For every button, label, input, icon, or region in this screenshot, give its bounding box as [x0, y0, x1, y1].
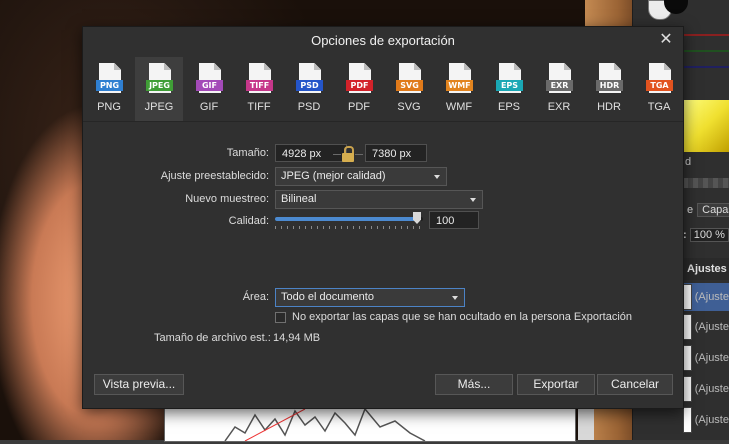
dialog-title: Opciones de exportación [311, 33, 455, 48]
format-label: WMF [445, 101, 473, 113]
adjustments-header[interactable]: Ajustes [683, 258, 729, 280]
format-label: TIFF [247, 101, 271, 113]
export-button[interactable]: Exportar [517, 374, 595, 395]
layer-thumbnail [683, 376, 692, 402]
format-tab-tga[interactable]: TGA TGA [635, 57, 683, 121]
color-picker-box[interactable] [683, 100, 729, 152]
format-tab-eps[interactable]: EPS EPS [485, 57, 533, 121]
color-sliders[interactable] [683, 34, 729, 94]
lock-connector-right [355, 154, 363, 155]
format-label: EXR [547, 101, 571, 113]
layer-thumbnail [683, 314, 692, 340]
format-badge: GIF [196, 80, 223, 91]
format-label: SVG [397, 101, 421, 113]
histogram-graph [224, 407, 426, 442]
area-value: Todo el documento [281, 291, 374, 303]
preset-select[interactable]: JPEG (mejor calidad) [275, 167, 447, 186]
format-label: PNG [97, 101, 121, 113]
more-button[interactable]: Más... [435, 374, 513, 395]
export-options-dialog: Opciones de exportación ✕ PNG PNG JPEG JPEG… [82, 26, 684, 409]
histogram-side [578, 404, 594, 440]
hidden-layers-checkbox[interactable] [275, 312, 286, 323]
format-badge: WMF [446, 80, 473, 91]
chevron-down-icon [470, 198, 476, 202]
chevron-down-icon [434, 175, 440, 179]
panel-label-fragment: d [685, 156, 692, 168]
layer-item[interactable]: (Ajuste [683, 313, 729, 341]
file-size-value: 14,94 MB [273, 332, 321, 344]
area-select[interactable]: Todo el documento [275, 288, 465, 307]
width-field[interactable]: 4928 px [275, 144, 347, 162]
file-size-label: Tamaño de archivo est.: [154, 332, 271, 344]
format-tab-wmf[interactable]: WMF WMF [435, 57, 483, 121]
layer-item[interactable]: (Ajuste [683, 344, 729, 372]
format-label: PSD [297, 101, 321, 113]
format-label: TGA [647, 101, 671, 113]
quality-slider-ticks [275, 226, 423, 229]
layer-thumbnail [683, 345, 692, 371]
format-tab-svg[interactable]: SVG SVG [385, 57, 433, 121]
tab-partial[interactable]: e [683, 204, 697, 216]
format-tabs: PNG PNG JPEG JPEG GIF GIF TIFF TIFF PSD PSD PDF PDF… [83, 57, 683, 122]
layer-item[interactable]: (Ajuste [683, 406, 729, 434]
format-badge: TIFF [246, 80, 273, 91]
format-tab-exr[interactable]: EXR EXR [535, 57, 583, 121]
format-tab-psd[interactable]: PSD PSD [285, 57, 333, 121]
format-badge: HDR [596, 80, 623, 91]
format-tab-jpeg[interactable]: JPEG JPEG [135, 57, 183, 121]
hidden-layers-label[interactable]: No exportar las capas que se han ocultad… [292, 311, 632, 323]
layer-item[interactable]: (Ajuste [683, 283, 729, 311]
quality-slider-thumb[interactable] [413, 212, 421, 224]
preset-value: JPEG (mejor calidad) [281, 170, 386, 182]
height-field[interactable]: 7380 px [365, 144, 427, 162]
format-badge: PNG [96, 80, 123, 91]
layer-item[interactable]: (Ajuste [683, 375, 729, 403]
format-label: GIF [199, 101, 219, 113]
close-icon[interactable]: ✕ [657, 31, 675, 49]
chevron-down-icon [452, 296, 458, 300]
histogram-panel [164, 404, 576, 442]
page-fold-icon [114, 63, 121, 70]
resample-label: Nuevo muestreo: [185, 193, 269, 205]
quality-slider[interactable] [275, 212, 423, 224]
format-label: JPEG [144, 101, 174, 113]
format-label: PDF [348, 101, 370, 113]
format-tab-pdf[interactable]: PDF PDF [335, 57, 383, 121]
zoom-field[interactable]: 100 % [689, 228, 729, 242]
tab-layers[interactable]: Capas [697, 203, 729, 217]
format-label: HDR [597, 101, 621, 113]
lock-connector-left [333, 154, 341, 155]
lock-icon[interactable] [341, 145, 355, 163]
zoom-row: : 100 % [683, 228, 729, 242]
format-tab-hdr[interactable]: HDR HDR [585, 57, 633, 121]
layer-thumbnail [683, 284, 692, 310]
cancel-button[interactable]: Cancelar [597, 374, 673, 395]
panel-tabs: eCapas [683, 203, 729, 217]
resample-select[interactable]: Bilineal [275, 190, 483, 209]
format-label: EPS [497, 101, 520, 113]
format-badge: SVG [396, 80, 423, 91]
format-badge: PDF [346, 80, 373, 91]
layer-thumbnail [683, 407, 692, 433]
page-fold-icon [214, 63, 221, 70]
quality-label: Calidad: [228, 215, 269, 227]
format-badge: TGA [646, 80, 673, 91]
opacity-strip [683, 178, 729, 188]
page-fold-icon [164, 63, 171, 70]
format-tab-tiff[interactable]: TIFF TIFF [235, 57, 283, 121]
format-badge: PSD [296, 80, 323, 91]
resample-value: Bilineal [281, 193, 317, 205]
format-badge: JPEG [146, 80, 173, 91]
size-label: Tamaño: [226, 147, 269, 159]
quality-field[interactable]: 100 [429, 211, 479, 229]
area-label: Área: [242, 291, 269, 303]
preview-button[interactable]: Vista previa... [94, 374, 184, 395]
format-badge: EXR [546, 80, 573, 91]
format-tab-gif[interactable]: GIF GIF [185, 57, 233, 121]
quality-slider-fill [275, 217, 419, 221]
format-tab-png[interactable]: PNG PNG [85, 57, 133, 121]
format-badge: EPS [496, 80, 523, 91]
preset-label: Ajuste preestablecido: [160, 170, 269, 182]
